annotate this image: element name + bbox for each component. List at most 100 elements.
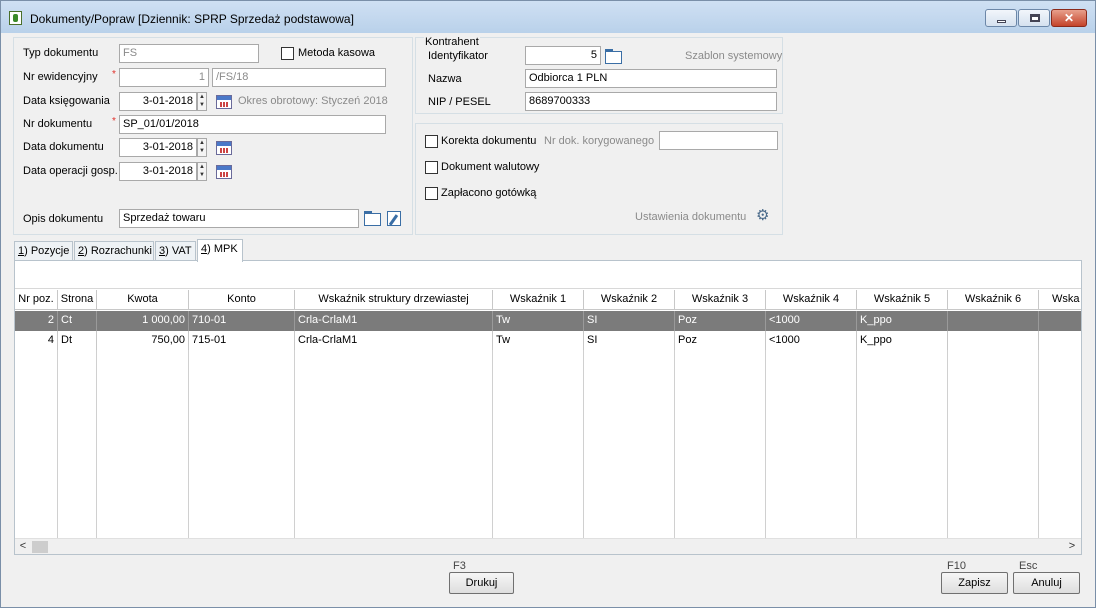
table-cell: 750,00 [97,331,189,351]
maximize-icon [1030,14,1040,22]
column-header[interactable]: Wska [1039,290,1081,310]
column-divider [947,350,948,538]
table-header: Nr poz. Strona Kwota Konto Wskaźnik stru… [15,290,1081,310]
column-header[interactable]: Wskaźnik 6 [948,290,1039,310]
drukuj-button[interactable]: Drukuj [449,572,514,594]
scroll-right-icon[interactable]: > [1064,539,1080,555]
opis-dokumentu-field[interactable]: Sprzedaż towaru [119,209,359,228]
mpk-table[interactable]: Nr poz. Strona Kwota Konto Wskaźnik stru… [14,260,1082,555]
close-button[interactable]: ✕ [1051,9,1087,27]
table-row[interactable]: 2 Ct 1 000,00 710-01 Crla-CrlaM1 Tw SI P… [15,311,1081,331]
anuluj-button[interactable]: Anuluj [1013,572,1080,594]
options-panel: Korekta dokumentu Nr dok. korygowanego D… [415,123,783,235]
drukuj-shortcut: F3 [453,560,466,572]
table-row[interactable]: 4 Dt 750,00 715-01 Crla-CrlaM1 Tw SI Poz… [15,331,1081,351]
table-cell [948,311,1039,331]
column-header[interactable]: Kwota [97,290,189,310]
metoda-kasowa-checkbox[interactable] [281,47,294,60]
required-marker: * [112,69,116,80]
nr-korygowanego-label: Nr dok. korygowanego [544,135,655,147]
edit-icon[interactable] [387,211,401,226]
nr-dokumentu-field[interactable]: SP_01/01/2018 [119,115,386,134]
ustawienia-label[interactable]: Ustawienia dokumentu [635,211,746,223]
tab-vat[interactable]: 3) VAT [155,241,196,261]
data-operacji-spinner[interactable]: ▲ ▼ [197,162,207,181]
nr-korygowanego-field[interactable] [659,131,778,150]
document-edit-window: Dokumenty/Popraw [Dziennik: SPRP Sprzeda… [0,0,1096,608]
zaplacono-checkbox[interactable] [425,187,438,200]
typ-dokumentu-field[interactable]: FS [119,44,259,63]
column-header[interactable]: Nr poz. [15,290,58,310]
column-header[interactable]: Wskaźnik 5 [857,290,948,310]
nazwa-label: Nazwa [428,73,462,85]
folder-icon[interactable] [364,211,381,226]
group-panel [15,261,1081,289]
minimize-button[interactable] [985,9,1017,27]
walutowy-checkbox[interactable] [425,161,438,174]
typ-dokumentu-label: Typ dokumentu [23,47,99,59]
nr-dokumentu-label: Nr dokumentu [23,118,93,130]
table-cell: 715-01 [189,331,295,351]
column-header[interactable]: Wskaźnik 3 [675,290,766,310]
okres-obrotowy-text: Okres obrotowy: Styczeń 2018 [238,95,388,107]
calendar-icon[interactable] [216,141,232,155]
table-cell: Crla-CrlaM1 [295,311,493,331]
walutowy-label: Dokument walutowy [441,161,540,173]
table-cell: Tw [493,311,584,331]
scroll-left-icon[interactable]: < [15,539,31,555]
table-cell: Poz [675,311,766,331]
column-header[interactable]: Strona [58,290,97,310]
table-cell: Poz [675,331,766,351]
gear-icon[interactable]: ⚙ [756,208,769,223]
table-cell: 1 000,00 [97,311,189,331]
maximize-button[interactable] [1018,9,1050,27]
table-cell: <1000 [766,311,857,331]
opis-dokumentu-label: Opis dokumentu [23,213,104,225]
data-dokumentu-spinner[interactable]: ▲ ▼ [197,138,207,157]
horizontal-scrollbar[interactable]: < > [15,538,1081,554]
column-header[interactable]: Wskaźnik 1 [493,290,584,310]
table-cell: Dt [58,331,97,351]
data-ksiegowania-spinner[interactable]: ▲ ▼ [197,92,207,111]
korekta-checkbox[interactable] [425,135,438,148]
close-icon: ✕ [1063,11,1075,25]
table-cell: 4 [15,331,58,351]
calendar-icon[interactable] [216,95,232,109]
tab-rozrachunki[interactable]: 2) Rozrachunki [74,241,154,261]
table-cell: K_ppo [857,331,948,351]
column-header[interactable]: Wskaźnik 2 [584,290,675,310]
nip-pesel-field[interactable]: 8689700333 [525,92,777,111]
korekta-label: Korekta dokumentu [441,135,537,147]
kontrahent-group-label: Kontrahent [424,36,480,48]
column-header[interactable]: Wskaźnik struktury drzewiastej [295,290,493,310]
data-ksiegowania-field[interactable]: 3-01-2018 [119,92,197,111]
table-cell: Crla-CrlaM1 [295,331,493,351]
app-icon [9,11,22,25]
nr-ewidencyjny-label: Nr ewidencyjny [23,71,98,83]
scrollbar-thumb[interactable] [32,541,48,553]
column-divider [492,350,493,538]
table-cell [1039,331,1081,351]
identyfikator-field[interactable]: 5 [525,46,601,65]
column-divider [674,350,675,538]
tab-pozycje[interactable]: 1) Pozycje [14,241,73,261]
tab-mpk[interactable]: 4) MPK [197,239,243,262]
column-divider [96,350,97,538]
szablon-systemowy-text: Szablon systemowy [685,50,783,62]
table-cell [1039,311,1081,331]
zapisz-button[interactable]: Zapisz [941,572,1008,594]
data-dokumentu-field[interactable]: 3-01-2018 [119,138,197,157]
column-header[interactable]: Konto [189,290,295,310]
anuluj-shortcut: Esc [1019,560,1038,572]
calendar-icon[interactable] [216,165,232,179]
folder-icon[interactable] [605,49,622,64]
column-header[interactable]: Wskaźnik 4 [766,290,857,310]
nr-ewidencyjny-field[interactable]: 1 [119,68,209,87]
table-cell: 710-01 [189,311,295,331]
data-operacji-field[interactable]: 3-01-2018 [119,162,197,181]
column-divider [188,350,189,538]
title-bar[interactable]: Dokumenty/Popraw [Dziennik: SPRP Sprzeda… [1,1,1095,33]
kontrahent-panel: Kontrahent Identyfikator 5 Szablon syste… [415,36,783,114]
table-cell: 2 [15,311,58,331]
nazwa-field[interactable]: Odbiorca 1 PLN [525,69,777,88]
